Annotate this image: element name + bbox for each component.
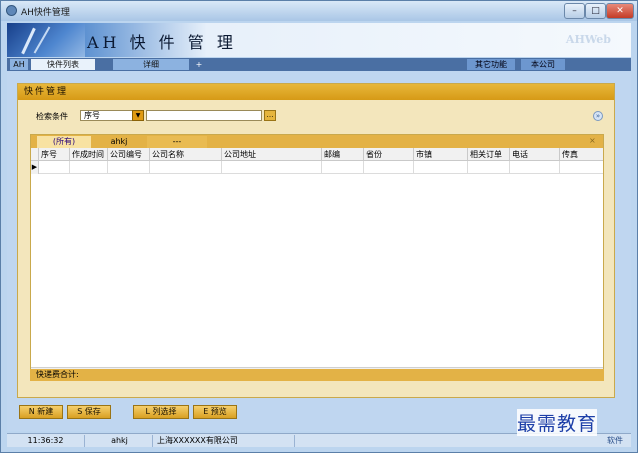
status-user: ahkj	[87, 435, 153, 447]
search-label: 检索条件	[36, 112, 68, 121]
chevron-down-icon[interactable]: ▼	[132, 110, 144, 121]
grid-tabs: (所有) ahkj --- ×	[31, 135, 603, 148]
close-button[interactable]: ✕	[606, 3, 634, 19]
col-header[interactable]: 传真	[560, 148, 603, 161]
col-header[interactable]: 公司编号	[108, 148, 150, 161]
close-icon[interactable]: ×	[589, 136, 596, 145]
logo	[7, 23, 85, 57]
col-header[interactable]: 相关订单	[468, 148, 510, 161]
col-header[interactable]: 邮编	[322, 148, 364, 161]
tab-express-list[interactable]: 快件列表	[31, 59, 95, 70]
tab-ah[interactable]: AH	[10, 59, 28, 70]
watermark: 最需教育	[517, 409, 598, 436]
col-header[interactable]: 电话	[510, 148, 560, 161]
brand-mark: AHWeb	[565, 33, 611, 46]
column-select-button[interactable]: L 列选择	[133, 405, 189, 419]
maximize-button[interactable]: □	[585, 3, 606, 19]
save-button[interactable]: S 保存	[67, 405, 111, 419]
row-pointer-icon: ▶	[31, 161, 39, 174]
search-button[interactable]: …	[264, 110, 276, 121]
tab-our-company[interactable]: 本公司	[521, 59, 565, 70]
app-header: AH 快 件 管 理 AHWeb	[7, 23, 631, 57]
col-header[interactable]: 省份	[364, 148, 414, 161]
row-indicator-header	[31, 148, 39, 161]
status-time: 11:36:32	[7, 435, 85, 447]
express-panel: 快件管理 检索条件 序号 ▼ … » (所有) ahkj --- × 序号 作成…	[17, 83, 615, 398]
col-header[interactable]: 公司地址	[222, 148, 322, 161]
col-header[interactable]: 序号	[39, 148, 70, 161]
status-software: 软件	[607, 436, 623, 445]
app-title: AH 快 件 管 理	[87, 33, 237, 52]
total-fee-footer: 快递费合计:	[30, 369, 604, 381]
tab-other-functions[interactable]: 其它功能	[467, 59, 515, 70]
status-company: 上海XXXXXX有限公司	[155, 435, 295, 447]
title-bar[interactable]: AH快件管理 – □ ✕	[1, 1, 637, 21]
grid-tab-ahkj[interactable]: ahkj	[91, 136, 147, 148]
col-header[interactable]: 作成时间	[70, 148, 108, 161]
search-input[interactable]	[146, 110, 262, 121]
col-header[interactable]: 市镇	[414, 148, 468, 161]
data-grid: (所有) ahkj --- × 序号 作成时间 公司编号 公司名称 公司地址 邮…	[30, 134, 604, 380]
app-window: AH快件管理 – □ ✕ AH 快 件 管 理 AHWeb AH 快件列表 详细…	[0, 0, 638, 453]
col-header[interactable]: 公司名称	[150, 148, 222, 161]
app-icon	[6, 5, 17, 16]
window-title: AH快件管理	[21, 8, 70, 18]
grid-tab-dash[interactable]: ---	[147, 136, 207, 148]
grid-tab-all[interactable]: (所有)	[37, 136, 91, 148]
add-tab-button[interactable]: +	[193, 59, 205, 70]
minimize-button[interactable]: –	[564, 3, 585, 19]
search-row: 检索条件 序号 ▼ … »	[24, 108, 608, 124]
new-button[interactable]: N 新建	[19, 405, 63, 419]
action-toolbar: N 新建 S 保存 L 列选择 E 预览	[19, 405, 279, 419]
table-row[interactable]: ▶	[31, 161, 603, 174]
panel-title: 快件管理	[18, 84, 614, 100]
main-tabbar: AH 快件列表 详细 + 其它功能 本公司	[7, 58, 631, 71]
collapse-icon[interactable]: »	[593, 111, 603, 121]
tab-detail[interactable]: 详细	[113, 59, 189, 70]
grid-header: 序号 作成时间 公司编号 公司名称 公司地址 邮编 省份 市镇 相关订单 电话 …	[31, 148, 603, 161]
preview-button[interactable]: E 预览	[193, 405, 237, 419]
